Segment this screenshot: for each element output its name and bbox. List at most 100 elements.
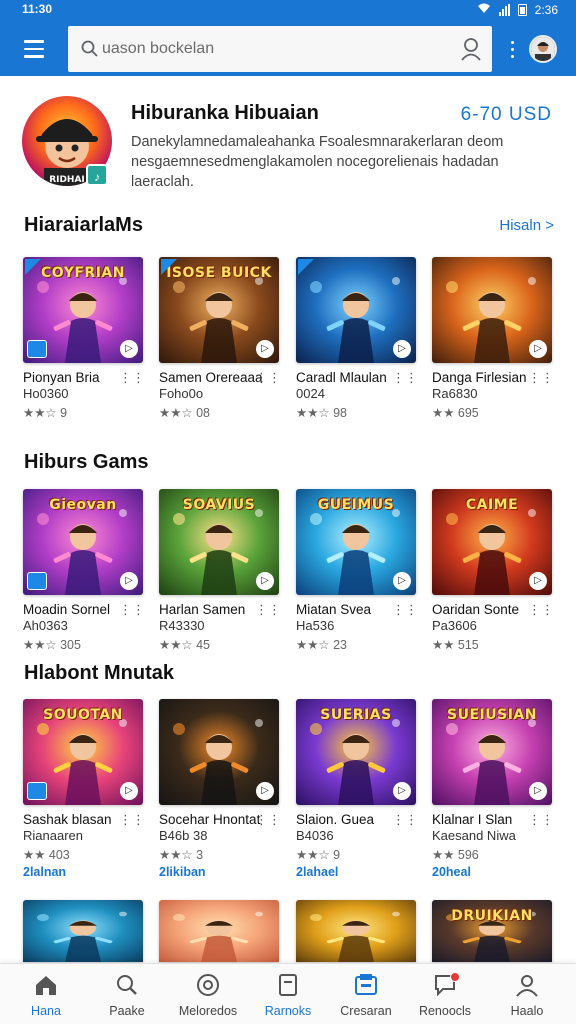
nav-item-haalo[interactable]: Haalo: [487, 972, 567, 1022]
play-icon[interactable]: ▷: [256, 782, 274, 800]
game-card[interactable]: ▷ Socehar Hnontat ⋮⋮ B46b 38 ★★☆ 3 2likiban: [159, 699, 281, 879]
see-more-link[interactable]: Hisaln >: [499, 217, 554, 234]
game-card[interactable]: SUERIAS ▷ Slaion. Guea ⋮⋮ B4036 ★★☆ 9 2lahael: [296, 699, 418, 879]
more-vert-icon[interactable]: ⋮⋮: [392, 602, 418, 618]
game-card[interactable]: Gieovan ▷ Moadin Sornel ⋮⋮ Ah0363 ★★☆ 305: [23, 489, 145, 652]
game-card[interactable]: [23, 900, 145, 962]
game-card[interactable]: SOAVIUS ▷ Harlan Samen ⋮⋮ R43330 ★★☆ 45: [159, 489, 281, 652]
game-thumbnail-caption: SOAVIUS: [182, 497, 256, 513]
nav-item-rarnoks[interactable]: Rarnoks: [248, 972, 328, 1022]
play-icon[interactable]: ▷: [393, 782, 411, 800]
controller-icon: [27, 340, 47, 358]
game-link[interactable]: 2lahael: [296, 865, 338, 879]
game-thumbnail[interactable]: [296, 900, 416, 962]
game-thumbnail[interactable]: SOUOTAN ▷: [23, 699, 143, 805]
game-card[interactable]: DRUIKIAN: [432, 900, 554, 962]
nav-label: Hana: [31, 1004, 61, 1018]
game-thumbnail[interactable]: ▷: [159, 699, 279, 805]
more-vert-icon[interactable]: ⋮⋮: [255, 370, 281, 386]
game-thumbnail[interactable]: [23, 900, 143, 962]
search-box[interactable]: [68, 26, 492, 72]
game-card[interactable]: COYFRIAN ▷ Pionyan Bria ⋮⋮ Ho0360 ★★☆ 9: [23, 257, 145, 420]
nav-item-cresaran[interactable]: Cresaran: [326, 972, 406, 1022]
play-icon[interactable]: ▷: [256, 340, 274, 358]
game-subtitle: B4036: [296, 828, 334, 843]
game-title: Pionyan Bria: [23, 370, 100, 385]
game-thumbnail[interactable]: CAIME ▷: [432, 489, 552, 595]
account-icon[interactable]: [460, 37, 482, 61]
more-vert-icon[interactable]: ⋮⋮: [255, 812, 281, 828]
game-rating: ★★ 403: [23, 848, 70, 862]
section-title: Hiburs Gams: [24, 451, 149, 473]
game-card[interactable]: GUEIMUS ▷ Miatan Svea ⋮⋮ Ha536 ★★☆ 23: [296, 489, 418, 652]
game-card[interactable]: ▷ Caradl Mlaulan ⋮⋮ 0024 ★★☆ 98: [296, 257, 418, 420]
nav-label: Rarnoks: [264, 1004, 312, 1018]
wifi-icon: [477, 2, 491, 17]
more-vert-icon[interactable]: ⋮⋮: [528, 602, 554, 618]
play-icon[interactable]: ▷: [529, 782, 547, 800]
game-thumbnail[interactable]: SUEIUSIAN ▷: [432, 699, 552, 805]
game-card[interactable]: ISOSE BUICK ▷ Samen Orereaaa ⋮⋮ Foho0o ★★☆ 08: [159, 257, 281, 420]
developer-card[interactable]: RIDHAI ♪ Hiburanka Hibuaian 6-70 USD Dan…: [0, 86, 576, 196]
status-bar: 11:30 2:36: [0, 0, 576, 22]
game-link[interactable]: 20heal: [432, 865, 471, 879]
game-subtitle: Foho0o: [159, 386, 204, 401]
more-vert-icon[interactable]: ⋮⋮: [119, 370, 145, 386]
game-link[interactable]: 2lalnan: [23, 865, 66, 879]
section-title: Hlabont Mnutak: [24, 662, 174, 684]
game-card[interactable]: [296, 900, 418, 962]
nav-item-renoocls[interactable]: Renoocls: [405, 972, 485, 1022]
home-icon: [33, 972, 59, 998]
game-subtitle: Rianaaren: [23, 828, 83, 843]
game-card[interactable]: SOUOTAN ▷ Sashak blasan ⋮⋮ Rianaaren ★★ 403 2l…: [23, 699, 145, 879]
game-card[interactable]: ▷ Danga Firlesian ⋮⋮ Ra6830 ★★ 695: [432, 257, 554, 420]
game-thumbnail[interactable]: SUERIAS ▷: [296, 699, 416, 805]
game-subtitle: R43330: [159, 618, 205, 633]
more-vert-icon[interactable]: ⋮⋮: [392, 812, 418, 828]
game-rating: ★★☆ 3: [159, 848, 204, 862]
game-card[interactable]: CAIME ▷ Oaridan Sonte ⋮⋮ Pa3606 ★★ 515: [432, 489, 554, 652]
search-input[interactable]: [102, 34, 432, 64]
profile-icon: [514, 972, 540, 998]
more-vert-icon[interactable]: ⋮⋮: [392, 370, 418, 386]
more-vert-icon[interactable]: ⋮⋮: [528, 370, 554, 386]
game-title: Socehar Hnontat: [159, 812, 261, 827]
nav-label: Paake: [109, 1004, 145, 1018]
more-vert-icon[interactable]: ⋮⋮: [119, 812, 145, 828]
game-thumbnail[interactable]: DRUIKIAN: [432, 900, 552, 962]
music-note-icon: ♪: [86, 164, 108, 186]
game-card[interactable]: [159, 900, 281, 962]
game-thumbnail[interactable]: [159, 900, 279, 962]
nav-item-meloredos[interactable]: Meloredos: [168, 972, 248, 1022]
game-title: Danga Firlesian: [432, 370, 527, 385]
play-icon[interactable]: ▷: [120, 340, 138, 358]
game-thumbnail[interactable]: COYFRIAN ▷: [23, 257, 143, 363]
nav-item-hana[interactable]: Hana: [6, 972, 86, 1022]
more-vert-icon[interactable]: ⋮⋮: [119, 602, 145, 618]
more-vert-icon[interactable]: ⋮⋮: [255, 602, 281, 618]
game-thumbnail[interactable]: ▷: [432, 257, 552, 363]
play-icon[interactable]: ▷: [393, 572, 411, 590]
user-avatar[interactable]: [529, 35, 557, 63]
game-thumbnail-caption: GUEIMUS: [317, 497, 395, 513]
game-thumbnail[interactable]: Gieovan ▷: [23, 489, 143, 595]
more-vert-icon[interactable]: ⋮⋮: [528, 812, 554, 828]
more-options-button[interactable]: [505, 37, 519, 61]
play-icon[interactable]: ▷: [256, 572, 274, 590]
game-card[interactable]: SUEIUSIAN ▷ Klalnar I Slan ⋮⋮ Kaesand Niwa ★★…: [432, 699, 554, 879]
play-icon[interactable]: ▷: [120, 572, 138, 590]
play-icon[interactable]: ▷: [529, 340, 547, 358]
game-link[interactable]: 2likiban: [159, 865, 206, 879]
game-thumbnail[interactable]: ISOSE BUICK ▷: [159, 257, 279, 363]
play-icon[interactable]: ▷: [529, 572, 547, 590]
menu-button[interactable]: [14, 32, 56, 66]
game-thumbnail[interactable]: GUEIMUS ▷: [296, 489, 416, 595]
play-icon[interactable]: ▷: [393, 340, 411, 358]
game-thumbnail[interactable]: SOAVIUS ▷: [159, 489, 279, 595]
game-thumbnail[interactable]: ▷: [296, 257, 416, 363]
nav-item-paake[interactable]: Paake: [87, 972, 167, 1022]
battery-icon: [517, 3, 527, 16]
play-icon[interactable]: ▷: [120, 782, 138, 800]
developer-name: Hiburanka Hibuaian: [131, 102, 319, 124]
status-icons: 2:36: [477, 2, 558, 17]
